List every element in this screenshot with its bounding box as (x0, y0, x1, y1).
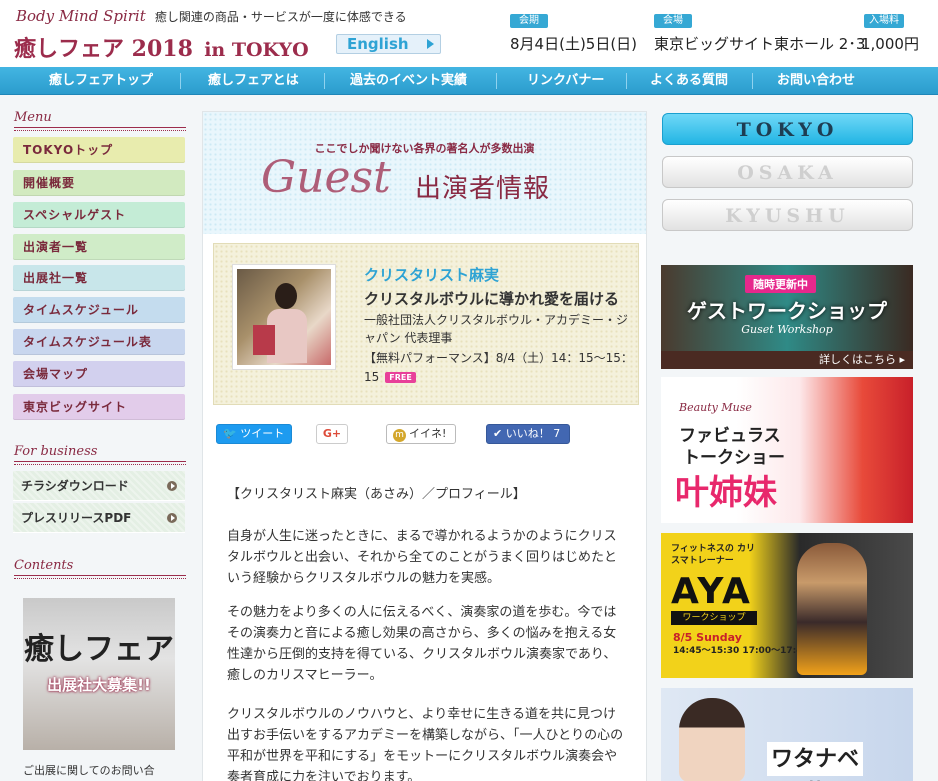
press-release-label: プレスリリースPDF (21, 511, 132, 525)
performance-time: 【無料パフォーマンス】8/4（土）14：15〜15：15 FREE (364, 349, 636, 387)
performer-organization: 一般社団法人クリスタルボウル・アカデミー・ジャパン 代表理事 (364, 313, 629, 345)
workshop-badge: 随時更新中 (745, 275, 816, 293)
flyer-download-label: チラシダウンロード (21, 479, 129, 493)
aya-caption: フィットネスの カリスマトレーナー (671, 544, 755, 566)
global-nav: 癒しフェアトップ 癒しフェアとは 過去のイベント実績 リンクバナー よくある質問… (0, 67, 938, 95)
nav-separator (324, 73, 325, 89)
aya-workshop-banner[interactable]: フィットネスの カリスマトレーナー AYA ワークショップ 8/5 Sunday… (661, 533, 913, 678)
menu-heading: Menu (14, 110, 186, 131)
venue-label: 会場 (654, 14, 692, 28)
profile-paragraph: 自身が人生に迷ったときに、まるで導かれるようかのようにクリスタルボウルと出会い、… (227, 529, 618, 586)
flyer-download-link[interactable]: チラシダウンロード (13, 471, 185, 501)
business-heading: For business (14, 444, 186, 465)
workshop-title: ゲストワークショップ (687, 299, 887, 323)
logo-main: 癒しフェア 2018 (14, 36, 193, 62)
nav-separator (626, 73, 627, 89)
nav-item-top[interactable]: 癒しフェアトップ (49, 67, 153, 95)
city-tab-kyushu[interactable]: KYUSHU (662, 199, 913, 231)
nav-separator (752, 73, 753, 89)
aya-time: 14:45〜15:30 17:00〜17:45 (673, 646, 809, 656)
fee-value: 1,000円 (861, 35, 919, 53)
facebook-like-button[interactable]: ✔ いいね！ 7 (486, 424, 570, 444)
arrow-circle-icon (167, 513, 177, 523)
performer-name: クリスタリスト麻実 (364, 266, 500, 284)
venue-value: 東京ビッグサイト東ホール 2･3 (654, 35, 866, 53)
hero-title: 出演者情報 (415, 174, 551, 204)
gplus-button[interactable]: G+ (316, 424, 348, 444)
promo-note: ご出展に関してのお問い合 (23, 764, 155, 777)
performer-photo (232, 264, 336, 370)
arrow-circle-icon (167, 481, 177, 491)
watanabe-photo (679, 698, 745, 781)
facebook-like-label: いいね！ 7 (505, 427, 561, 440)
main-content: ここでしか聞けない各界の著名人が多数出演 Guest 出演者情報 クリスタリスト… (202, 111, 647, 781)
contents-heading: Contents (14, 558, 186, 579)
period-label: 会期 (510, 14, 548, 28)
mixi-icon: m (393, 429, 406, 442)
aya-workshop-label: ワークショップ (671, 611, 757, 625)
kano-muse: Beauty Muse (679, 401, 752, 414)
nav-item-faq[interactable]: よくある質問 (650, 67, 728, 95)
nav-item-link-banner[interactable]: リンクバナー (527, 67, 604, 95)
promo-title: 癒しフェア (24, 632, 174, 667)
kano-sisters-banner[interactable]: Beauty Muse ファビュラス トークショー 叶姉妹 (661, 377, 913, 523)
free-badge: FREE (385, 372, 416, 383)
menu-item-exhibitors[interactable]: 出展社一覧 (13, 265, 185, 291)
profile-card: クリスタリスト麻実 クリスタルボウルに導かれ愛を届ける 一般社団法人クリスタルボ… (213, 243, 639, 405)
nav-item-past-events[interactable]: 過去のイベント実績 (350, 67, 467, 95)
watanabe-banner[interactable]: ワタナベ薫 (661, 688, 913, 781)
nav-separator (496, 73, 497, 89)
workshop-subtitle: Guset Workshop (741, 323, 833, 336)
hero-word: Guest (261, 152, 391, 203)
menu-item-performers[interactable]: 出演者一覧 (13, 234, 185, 260)
site-header: Body Mind Spirit 癒し関連の商品・サービスが一度に体感できる 癒… (0, 0, 938, 67)
aya-name: AYA (671, 571, 752, 612)
menu-item-time-schedule[interactable]: タイムスケジュール (13, 297, 185, 323)
english-button[interactable]: English (336, 34, 441, 54)
menu-item-special-guest[interactable]: スペシャルゲスト (13, 202, 185, 228)
workshop-more-link[interactable]: 詳しくはこちら ▸ (661, 351, 913, 369)
mixi-button[interactable]: m イイネ! (386, 424, 456, 444)
logo-sub: in TOKYO (204, 39, 309, 61)
menu-item-venue-map[interactable]: 会場マップ (13, 361, 185, 387)
watanabe-name: ワタナベ薫 (767, 742, 863, 781)
city-tab-osaka[interactable]: OSAKA (662, 156, 913, 188)
menu-item-schedule-table[interactable]: タイムスケジュール表 (13, 329, 185, 355)
promo-subtitle: 出展社大募集!! (47, 676, 151, 694)
menu-item-tokyo-top[interactable]: TOKYOトップ (13, 137, 185, 163)
profile-paragraph: クリスタルボウルのノウハウと、より幸せに生きる道を共に見つけ出すお手伝いをするア… (227, 707, 624, 781)
site-logo[interactable]: 癒しフェア 2018 in TOKYO (14, 31, 309, 63)
check-icon: ✔ (493, 427, 503, 440)
nav-item-about[interactable]: 癒しフェアとは (208, 67, 299, 95)
press-release-link[interactable]: プレスリリースPDF (13, 503, 185, 533)
tagline-en: Body Mind Spirit (16, 7, 146, 25)
nav-item-contact[interactable]: お問い合わせ (777, 67, 855, 95)
nav-separator (180, 73, 181, 89)
mixi-label: イイネ! (409, 427, 447, 440)
aya-photo (797, 543, 867, 675)
aya-date: 8/5 Sunday (673, 631, 742, 644)
tweet-button[interactable]: 🐦 ツイート (216, 424, 292, 444)
menu-item-big-sight[interactable]: 東京ビッグサイト (13, 394, 185, 420)
menu-item-overview[interactable]: 開催概要 (13, 170, 185, 196)
bird-icon: 🐦 (223, 427, 237, 440)
arrow-right-icon (427, 39, 434, 49)
tagline-jp: 癒し関連の商品・サービスが一度に体感できる (154, 10, 407, 24)
city-tab-tokyo[interactable]: TOKYO (662, 113, 913, 145)
fee-label: 入場料 (864, 14, 904, 28)
english-label: English (347, 35, 409, 53)
period-value: 8月4日(土)5日(日) (510, 35, 638, 53)
kano-name: 叶姉妹 (675, 473, 777, 513)
performer-catchphrase: クリスタルボウルに導かれ愛を届ける (364, 290, 620, 308)
guest-workshop-banner[interactable]: 随時更新中 ゲストワークショップ Guset Workshop 詳しくはこちら … (661, 265, 913, 369)
tweet-label: ツイート (240, 427, 285, 440)
guest-hero: ここでしか聞けない各界の著名人が多数出演 Guest 出演者情報 (203, 112, 646, 234)
profile-heading: 【クリスタリスト麻実（あさみ）／プロフィール】 (227, 487, 526, 502)
exhibitor-recruit-banner[interactable]: 癒しフェア 出展社大募集!! (23, 598, 175, 750)
tagline: Body Mind Spirit 癒し関連の商品・サービスが一度に体感できる (16, 6, 407, 25)
profile-paragraph: その魅力をより多くの人に伝えるべく、演奏家の道を歩む。今ではその演奏力と音による… (227, 605, 617, 683)
